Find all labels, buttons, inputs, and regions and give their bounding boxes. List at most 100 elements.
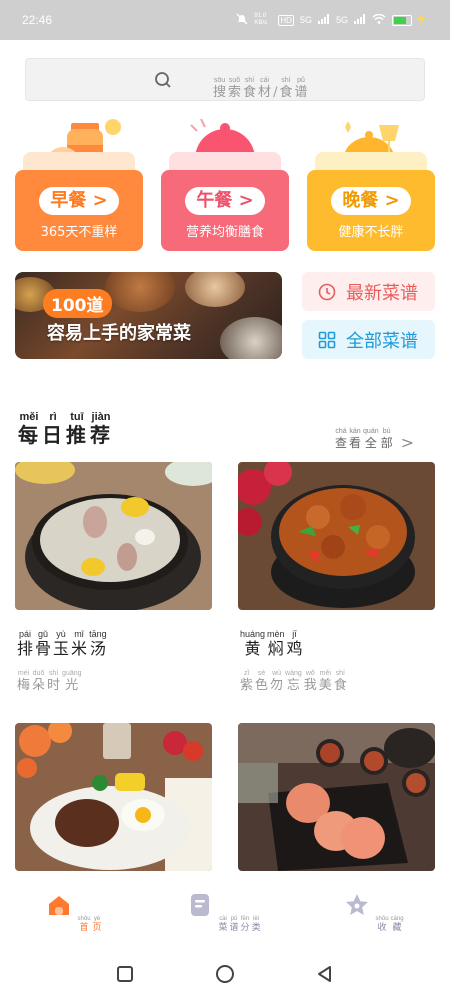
- pinyin-char: chá 查: [335, 428, 347, 451]
- lunch-card[interactable]: 午餐 > 营养均衡膳食: [161, 115, 289, 253]
- hanzi-text: 推: [66, 423, 86, 447]
- hanzi-text: 食: [333, 678, 347, 693]
- wifi-icon: [372, 13, 386, 26]
- dinner-label: 晚餐: [342, 190, 379, 211]
- hanzi-text: 全: [364, 436, 377, 450]
- pinyin-text: mèn: [267, 629, 285, 639]
- hanzi-text: 骨: [35, 639, 52, 658]
- pinyin-char: shí 时: [47, 670, 60, 693]
- recipe-card[interactable]: [15, 723, 212, 871]
- pinyin-text: wù: [272, 670, 282, 677]
- pinyin-text: suǒ: [228, 77, 241, 84]
- dinner-arrow: >: [384, 190, 400, 211]
- hanzi-text: 藏: [392, 923, 402, 933]
- pinyin-text: duǒ: [32, 670, 45, 677]
- home-cooking-banner[interactable]: 100道 容易上手的家常菜: [15, 272, 282, 359]
- pinyin-text: kàn: [349, 428, 361, 435]
- pinyin-text: yù: [56, 629, 66, 639]
- breakfast-button[interactable]: 早餐 >: [39, 187, 119, 215]
- newest-recipes-button[interactable]: 最新菜谱: [302, 272, 435, 311]
- pinyin-text: tāng: [89, 629, 107, 639]
- recipe-card[interactable]: [238, 723, 435, 871]
- tab-categories-label: cài 菜 pǔ 谱 fēn 分 lèi 类: [219, 916, 263, 934]
- hanzi-text: 勿: [270, 678, 284, 693]
- status-time: 22:46: [22, 13, 53, 27]
- pinyin-text: pǔ: [297, 77, 305, 84]
- pinyin-char: huáng 黄: [240, 629, 265, 658]
- back-icon[interactable]: [316, 965, 334, 983]
- pinyin-char: sōu 搜: [213, 77, 226, 100]
- pinyin-char: fēn 分: [241, 916, 250, 934]
- hanzi-text: 米: [71, 639, 88, 658]
- tab-home[interactable]: shǒu 首 yè 页: [15, 892, 135, 934]
- tab-categories[interactable]: cài 菜 pǔ 谱 fēn 分 lèi 类: [165, 892, 285, 934]
- pinyin-char: duǒ 朵: [32, 670, 45, 693]
- hanzi-text: 分: [240, 923, 250, 933]
- pinyin-text: huáng: [240, 629, 266, 639]
- hanzi-text: 美: [318, 678, 332, 693]
- banner-text: 容易上手的家常菜: [47, 323, 191, 344]
- view-all-label: chá 查 kàn 看 quán 全 bù 部: [335, 418, 395, 451]
- pinyin-text: gǔ: [38, 629, 49, 639]
- pinyin-text: shōu: [375, 916, 389, 922]
- recipe-image: [238, 462, 435, 610]
- search-icon: [155, 72, 171, 88]
- sim1-label: 5G: [299, 15, 312, 25]
- pinyin-char: yù 玉: [53, 629, 69, 658]
- dinner-card[interactable]: 晚餐 > 健康不长胖: [307, 115, 435, 253]
- pinyin-text: cái: [260, 77, 270, 84]
- hanzi-text: 部: [380, 436, 393, 450]
- signal2-icon: [354, 14, 366, 26]
- clock-icon: [318, 283, 336, 300]
- lunch-button[interactable]: 午餐 >: [185, 187, 265, 215]
- pinyin-char: cài 菜: [219, 916, 228, 934]
- sim2-label: 5G: [335, 15, 348, 25]
- pinyin-text: cài: [219, 916, 227, 922]
- hanzi-text: 焖: [267, 639, 284, 658]
- pinyin-char: guāng 光: [62, 670, 81, 693]
- pinyin-text: quán: [363, 428, 379, 435]
- pinyin-char: cái 材: [258, 77, 271, 100]
- dinner-button[interactable]: 晚餐 >: [331, 187, 411, 215]
- all-recipes-label: 全部菜谱: [346, 330, 418, 352]
- pinyin-char: pǔ 谱: [230, 916, 239, 934]
- pinyin-char: mǐ 米: [71, 629, 87, 658]
- breakfast-card[interactable]: 早餐 > 365天不重样: [15, 115, 143, 253]
- net-speed: 81.0 KB/s: [254, 13, 268, 26]
- hanzi-text: 索: [228, 85, 242, 100]
- pinyin-text: sōu: [213, 77, 226, 84]
- all-recipes-button[interactable]: 全部菜谱: [302, 320, 435, 359]
- pinyin-text: shí: [335, 670, 345, 677]
- signal-icon: [317, 14, 330, 26]
- recipe-name: huáng 黄 mèn 焖 jī 鸡: [240, 622, 305, 658]
- hanzi-text: 页: [92, 923, 102, 933]
- hanzi-text: 食: [279, 85, 293, 100]
- pinyin-text: méi: [17, 670, 30, 677]
- recent-apps-icon[interactable]: [116, 965, 134, 983]
- pinyin-text: wàng: [285, 670, 302, 677]
- hanzi-text: 查: [335, 436, 348, 450]
- recipe-card[interactable]: pái 排 gǔ 骨 yù 玉 mǐ 米 tāng 汤 méi 梅 duǒ 朵 shí 时 guāng 光: [15, 462, 212, 693]
- tab-favorites[interactable]: shōu 收 cáng 藏: [315, 892, 435, 934]
- recipe-book-icon: [191, 894, 210, 916]
- recipe-image: [15, 723, 212, 871]
- pinyin-char: cáng 藏: [391, 916, 404, 934]
- home-icon: [49, 896, 70, 915]
- hanzi-text: 排: [17, 639, 34, 658]
- home-nav-icon[interactable]: [215, 964, 235, 984]
- recipe-name: pái 排 gǔ 骨 yù 玉 mǐ 米 tāng 汤: [17, 622, 109, 658]
- recipe-card[interactable]: huáng 黄 mèn 焖 jī 鸡 zǐ 紫 sè 色 wù 勿 wàng 忘 wǒ 我 měi 美 shí 食: [238, 462, 435, 693]
- breakfast-arrow: >: [92, 190, 108, 211]
- pinyin-text: jī: [292, 629, 297, 639]
- view-all-link[interactable]: chá 查 kàn 看 quán 全 bù 部 >: [335, 418, 414, 451]
- hanzi-text: 收: [377, 923, 387, 933]
- lunch-arrow: >: [238, 190, 254, 211]
- status-bar: 22:46 81.0 KB/s HD 5G 5G 84: [0, 0, 450, 40]
- hanzi-text: 时: [47, 678, 61, 693]
- pinyin-char: mèn 焖: [267, 629, 285, 658]
- hanzi-text: 谱: [294, 85, 308, 100]
- hanzi-text: 首: [79, 923, 89, 933]
- pinyin-char: shí 食: [243, 77, 256, 100]
- star-icon: [346, 894, 369, 915]
- search-bar[interactable]: sōu 搜 suǒ 索 shí 食 cái 材 / shí 食 pǔ 谱: [25, 58, 425, 101]
